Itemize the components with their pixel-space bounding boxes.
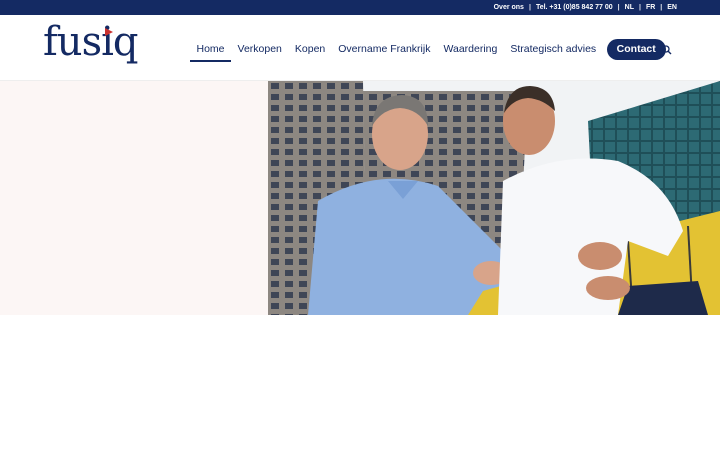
nav-item-verkopen[interactable]: Verkopen [231, 37, 288, 61]
site-logo[interactable]: fusiq [43, 22, 138, 72]
separator: | [617, 4, 620, 11]
search-icon[interactable] [662, 42, 672, 55]
site-header: fusiq Home Verkopen Kopen Overname Frank… [0, 15, 720, 81]
nav-item-kopen[interactable]: Kopen [288, 37, 331, 61]
phone-link[interactable]: Tel. +31 (0)85 842 77 00 [536, 4, 613, 11]
top-utility-bar: Over ons | Tel. +31 (0)85 842 77 00 | NL… [0, 0, 720, 15]
hero-photo [268, 81, 720, 315]
language-nl[interactable]: NL [625, 4, 634, 11]
about-link[interactable]: Over ons [494, 4, 524, 11]
nav-item-home[interactable]: Home [190, 37, 232, 62]
language-fr[interactable]: FR [646, 4, 655, 11]
separator: | [660, 4, 663, 11]
contact-button[interactable]: Contact [606, 38, 666, 60]
language-en[interactable]: EN [667, 4, 677, 11]
main-navigation: Home Verkopen Kopen Overname Frankrijk W… [190, 37, 666, 62]
hero-banner [0, 81, 720, 315]
logo-text: fusiq [43, 19, 138, 65]
nav-item-strategisch-advies[interactable]: Strategisch advies [504, 37, 603, 61]
separator: | [638, 4, 641, 11]
separator: | [528, 4, 531, 11]
logo-flag-icon [105, 28, 113, 36]
nav-item-waardering[interactable]: Waardering [437, 37, 504, 61]
nav-item-overname-frankrijk[interactable]: Overname Frankrijk [332, 37, 437, 61]
